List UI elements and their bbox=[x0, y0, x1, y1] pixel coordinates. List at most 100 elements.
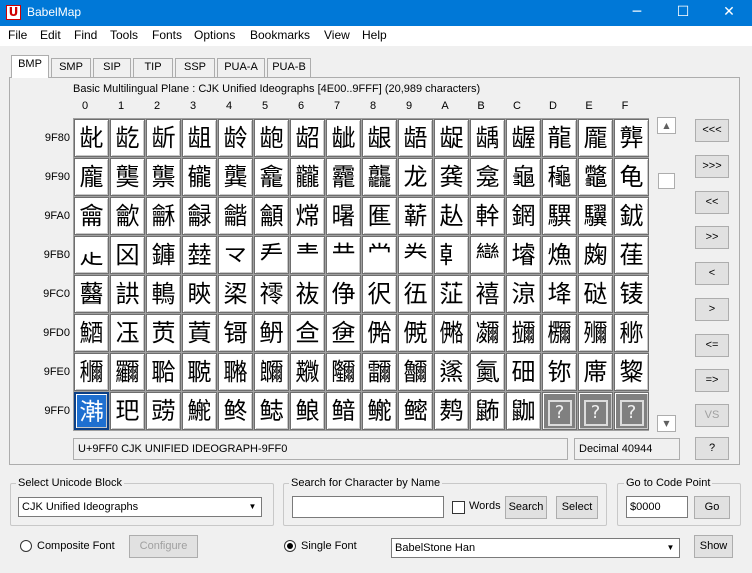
char-cell[interactable]: 龇 bbox=[326, 119, 361, 157]
char-cell[interactable]: 龗 bbox=[326, 158, 361, 196]
char-cell[interactable]: 鿥 bbox=[254, 353, 289, 391]
char-cell[interactable]: 鿧 bbox=[326, 353, 361, 391]
char-cell[interactable]: 龔 bbox=[218, 158, 253, 196]
char-cell[interactable]: 鿼 bbox=[506, 392, 541, 430]
char-cell[interactable]: 龺 bbox=[434, 236, 469, 274]
nav-back-button[interactable]: <= bbox=[695, 334, 729, 357]
close-button[interactable]: ✕ bbox=[706, 0, 752, 26]
char-cell[interactable]: 龰 bbox=[74, 236, 109, 274]
single-font-radio[interactable] bbox=[284, 540, 296, 552]
char-cell[interactable]: 龁 bbox=[110, 119, 145, 157]
char-cell[interactable]: 鿆 bbox=[290, 275, 325, 313]
nav-next-button[interactable]: > bbox=[695, 298, 729, 321]
menu-help[interactable]: Help bbox=[362, 28, 387, 42]
char-cell[interactable]: 鿳 bbox=[182, 392, 217, 430]
char-cell[interactable]: 鿀 bbox=[74, 275, 109, 313]
char-cell[interactable]: 鿔 bbox=[218, 314, 253, 352]
vs-button[interactable]: VS bbox=[695, 404, 729, 427]
words-checkbox[interactable] bbox=[452, 501, 465, 514]
char-cell[interactable]: 鿨 bbox=[362, 353, 397, 391]
nav-next-block-button[interactable]: >> bbox=[695, 226, 729, 249]
menu-tools[interactable]: Tools bbox=[110, 28, 138, 42]
character-grid[interactable]: 龀龁龂龃龄龅龆龇龈龉龊龋龌龍龎龏龐龑龒龓龔龕龖龗龘龙龚龛龜龝龞龟龠龡龢龣龤龥龦龧… bbox=[73, 118, 649, 431]
char-cell[interactable]: 龧 bbox=[326, 197, 361, 235]
char-cell[interactable]: 鿂 bbox=[146, 275, 181, 313]
tab-tip[interactable]: TIP bbox=[133, 58, 173, 77]
char-cell[interactable]: 龽 bbox=[542, 236, 577, 274]
char-cell[interactable]: 龡 bbox=[110, 197, 145, 235]
configure-button[interactable]: Configure bbox=[129, 535, 198, 558]
unassigned-char-cell[interactable]: ? bbox=[614, 392, 649, 430]
char-cell[interactable]: 龪 bbox=[434, 197, 469, 235]
char-cell[interactable]: 鿲 bbox=[146, 392, 181, 430]
char-cell[interactable]: 龐 bbox=[74, 158, 109, 196]
nav-prev-block-button[interactable]: << bbox=[695, 191, 729, 214]
char-cell[interactable]: 龘 bbox=[362, 158, 397, 196]
char-cell[interactable]: 鿞 bbox=[578, 314, 613, 352]
nav-last-button[interactable]: >>> bbox=[695, 155, 729, 178]
char-cell[interactable]: 鿝 bbox=[542, 314, 577, 352]
char-cell[interactable]: 龍 bbox=[542, 119, 577, 157]
char-cell[interactable]: 鿏 bbox=[614, 275, 649, 313]
char-cell[interactable]: 鿵 bbox=[254, 392, 289, 430]
char-cell[interactable]: 龷 bbox=[326, 236, 361, 274]
char-cell[interactable]: 鿡 bbox=[110, 353, 145, 391]
char-cell[interactable]: 鿈 bbox=[362, 275, 397, 313]
char-cell[interactable]: 鿦 bbox=[290, 353, 325, 391]
char-cell[interactable]: 鿋 bbox=[470, 275, 505, 313]
char-cell[interactable]: 龻 bbox=[470, 236, 505, 274]
show-button[interactable]: Show bbox=[694, 535, 733, 558]
char-cell[interactable]: 鿎 bbox=[578, 275, 613, 313]
char-cell[interactable]: 龝 bbox=[542, 158, 577, 196]
char-cell[interactable]: 龣 bbox=[182, 197, 217, 235]
char-cell[interactable]: 龜 bbox=[506, 158, 541, 196]
char-cell[interactable]: 龿 bbox=[614, 236, 649, 274]
char-cell[interactable]: 鿮 bbox=[578, 353, 613, 391]
char-cell[interactable]: 鿻 bbox=[470, 392, 505, 430]
char-cell[interactable]: 龑 bbox=[110, 158, 145, 196]
minimize-button[interactable]: ─ bbox=[614, 0, 660, 26]
char-cell[interactable]: 龖 bbox=[290, 158, 325, 196]
char-cell[interactable]: 龅 bbox=[254, 119, 289, 157]
font-select[interactable]: BabelStone Han ▼ bbox=[391, 538, 680, 558]
menu-find[interactable]: Find bbox=[74, 28, 97, 42]
char-cell[interactable]: 龕 bbox=[254, 158, 289, 196]
char-cell[interactable]: 龊 bbox=[434, 119, 469, 157]
char-cell[interactable]: 龦 bbox=[290, 197, 325, 235]
char-cell[interactable]: 鿪 bbox=[434, 353, 469, 391]
char-cell[interactable]: 鿃 bbox=[182, 275, 217, 313]
char-cell[interactable]: 鿤 bbox=[218, 353, 253, 391]
char-cell[interactable]: 龙 bbox=[398, 158, 433, 196]
char-cell[interactable]: 鿘 bbox=[362, 314, 397, 352]
char-cell[interactable]: 龟 bbox=[614, 158, 649, 196]
char-cell[interactable]: 鿗 bbox=[326, 314, 361, 352]
go-button[interactable]: Go bbox=[694, 496, 730, 519]
char-cell[interactable]: 龬 bbox=[506, 197, 541, 235]
char-cell[interactable]: 鿢 bbox=[146, 353, 181, 391]
char-cell[interactable]: 龨 bbox=[362, 197, 397, 235]
menu-bookmarks[interactable]: Bookmarks bbox=[250, 28, 310, 42]
char-cell[interactable]: 龃 bbox=[182, 119, 217, 157]
char-cell[interactable]: 鿷 bbox=[326, 392, 361, 430]
char-cell[interactable]: 龮 bbox=[578, 197, 613, 235]
char-cell[interactable]: 龾 bbox=[578, 236, 613, 274]
char-cell[interactable]: 龹 bbox=[398, 236, 433, 274]
nav-prev-button[interactable]: < bbox=[695, 262, 729, 285]
char-cell[interactable]: 龼 bbox=[506, 236, 541, 274]
char-cell[interactable]: 龎 bbox=[578, 119, 613, 157]
char-cell[interactable]: 龈 bbox=[362, 119, 397, 157]
grid-scrollbar[interactable]: ▲ ▼ bbox=[657, 117, 676, 432]
char-cell[interactable]: 鿙 bbox=[398, 314, 433, 352]
char-cell[interactable]: 鿑 bbox=[110, 314, 145, 352]
menu-view[interactable]: View bbox=[324, 28, 350, 42]
char-cell[interactable]: 鿫 bbox=[470, 353, 505, 391]
select-button[interactable]: Select bbox=[556, 496, 598, 519]
char-cell[interactable]: 龸 bbox=[362, 236, 397, 274]
char-cell[interactable]: 龢 bbox=[146, 197, 181, 235]
char-cell[interactable]: 龳 bbox=[182, 236, 217, 274]
char-cell[interactable]: 龉 bbox=[398, 119, 433, 157]
composite-font-radio[interactable] bbox=[20, 540, 32, 552]
char-cell[interactable]: 鿯 bbox=[614, 353, 649, 391]
search-button[interactable]: Search bbox=[505, 496, 547, 519]
char-cell[interactable]: 龆 bbox=[290, 119, 325, 157]
